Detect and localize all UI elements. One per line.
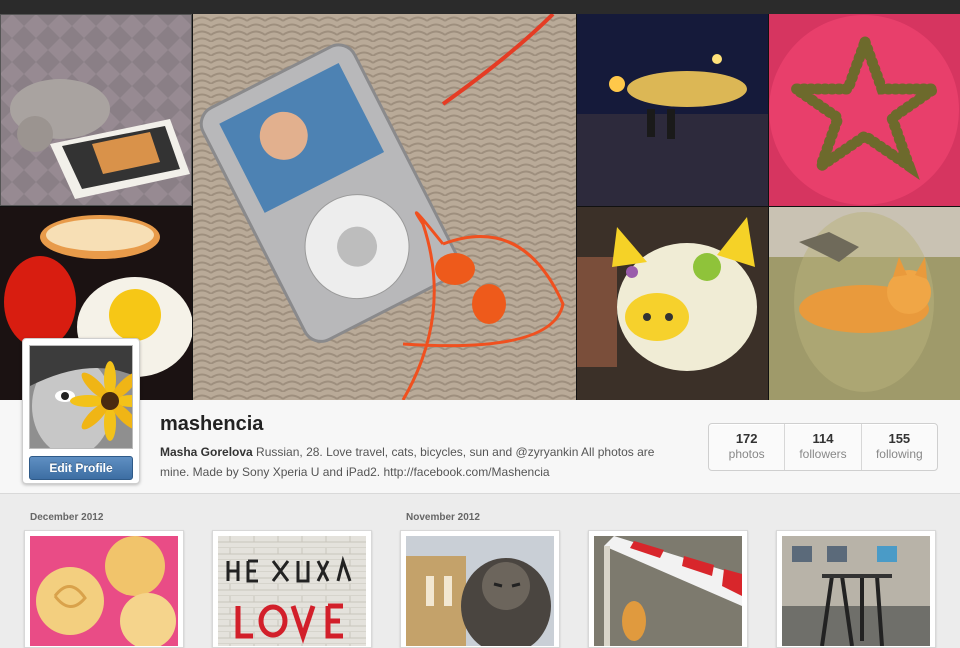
month-heading-december: December 2012 xyxy=(30,512,104,523)
stat-photos-count: 172 xyxy=(735,431,758,446)
collage-photo-cat-tablet[interactable] xyxy=(0,14,192,206)
profile-bio: Masha Gorelova Russian, 28. Love travel,… xyxy=(160,442,680,482)
month-heading-november: November 2012 xyxy=(406,512,480,523)
photo-thumbnail[interactable] xyxy=(212,530,372,648)
avatar[interactable] xyxy=(29,345,133,449)
collage-photo-ipod[interactable] xyxy=(193,14,576,400)
stat-following-count: 155 xyxy=(888,431,911,446)
graffiti-wall-image xyxy=(218,536,366,646)
photo-thumbnail[interactable] xyxy=(400,530,560,648)
avatar-card: Edit Profile xyxy=(22,338,140,484)
stat-following-label: following xyxy=(875,447,923,461)
olive-star-image xyxy=(769,14,960,206)
ginger-cat-image xyxy=(769,207,960,400)
stat-followers-count: 114 xyxy=(812,431,834,446)
cover-collage xyxy=(0,14,960,400)
collage-photo-ginger-cat[interactable] xyxy=(769,207,960,400)
piggy-bank-image xyxy=(577,207,768,400)
collage-photo-olive-star[interactable] xyxy=(769,14,960,206)
cat-tablet-image xyxy=(0,14,192,206)
stat-photos-label: photos xyxy=(728,447,765,461)
collage-photo-night-street[interactable] xyxy=(577,14,768,206)
stat-photos[interactable]: 172 photos xyxy=(709,424,784,470)
cat-barrier-image xyxy=(594,536,742,646)
browser-top-bar xyxy=(0,0,960,14)
lion-statue-image xyxy=(406,536,554,646)
edit-profile-button[interactable]: Edit Profile xyxy=(29,456,133,480)
photo-thumbnail[interactable] xyxy=(588,530,748,648)
ipod-image xyxy=(193,14,576,400)
profile-username: mashencia xyxy=(160,413,264,435)
collage-photo-piggy-bank[interactable] xyxy=(577,207,768,400)
profile-full-name: Masha Gorelova xyxy=(160,445,253,459)
stat-following[interactable]: 155 following xyxy=(860,424,937,470)
night-street-image xyxy=(577,14,768,206)
playground-swings-image xyxy=(782,536,930,646)
stat-followers-label: followers xyxy=(799,447,847,461)
avatar-image xyxy=(30,346,132,448)
stat-followers[interactable]: 114 followers xyxy=(784,424,860,470)
photo-thumbnail[interactable] xyxy=(776,530,936,648)
photo-thumbnail[interactable] xyxy=(24,530,184,648)
profile-stats: 172 photos 114 followers 155 following xyxy=(708,423,938,471)
baked-rolls-image xyxy=(30,536,178,646)
